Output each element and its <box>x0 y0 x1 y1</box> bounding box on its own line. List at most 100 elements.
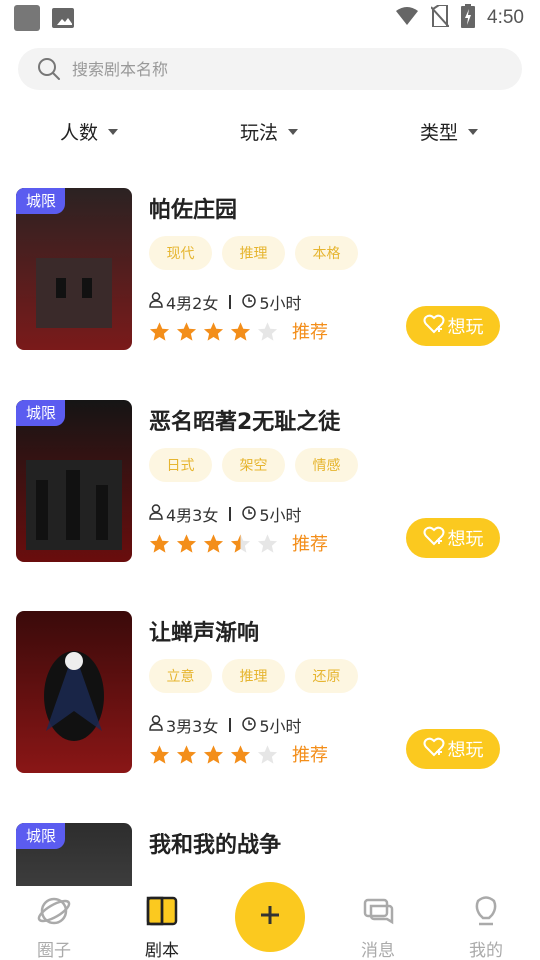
plus-icon <box>258 903 282 931</box>
heart-plus-icon <box>423 737 445 762</box>
star-icon <box>230 321 251 341</box>
want-to-play-button[interactable]: 想玩 <box>406 518 500 558</box>
status-bar: 4:50 <box>0 0 540 36</box>
nav-profile[interactable]: 我的 <box>451 894 521 960</box>
script-cover[interactable]: 城限 <box>16 188 132 350</box>
person-icon <box>149 292 163 312</box>
star-icon <box>176 744 197 764</box>
want-to-play-button[interactable]: 想玩 <box>406 729 500 769</box>
star-icon <box>257 744 278 764</box>
nav-label: 我的 <box>469 941 503 960</box>
tag: 本格 <box>295 236 358 270</box>
star-icon <box>149 533 170 553</box>
caret-down-icon <box>108 128 119 135</box>
tag-list: 现代 推理 本格 <box>149 236 358 270</box>
star-icon <box>230 533 251 553</box>
filter-type[interactable]: 类型 <box>420 118 479 145</box>
person-icon <box>149 504 163 524</box>
filter-label: 玩法 <box>240 122 279 144</box>
script-meta: 4男3女 5小时 <box>149 502 302 526</box>
star-icon <box>176 533 197 553</box>
bottom-nav: 圈子 剧本 消息 我的 <box>0 882 540 960</box>
nav-scripts[interactable]: 剧本 <box>127 894 197 960</box>
person-icon <box>149 715 163 735</box>
star-icon <box>203 321 224 341</box>
star-icon <box>257 321 278 341</box>
star-icon <box>203 533 224 553</box>
profile-icon <box>469 894 503 933</box>
want-to-play-button[interactable]: 想玩 <box>406 306 500 346</box>
add-button[interactable] <box>235 882 305 952</box>
tag-list: 日式 架空 情感 <box>149 448 358 482</box>
star-icon <box>176 321 197 341</box>
nav-label: 消息 <box>361 941 395 960</box>
want-label: 想玩 <box>447 529 484 550</box>
filter-player-count[interactable]: 人数 <box>60 118 119 145</box>
stars <box>149 744 278 765</box>
chat-icon <box>361 894 395 933</box>
heart-plus-icon <box>423 314 445 339</box>
book-icon <box>145 894 179 933</box>
duration: 5小时 <box>259 717 302 736</box>
star-icon <box>149 321 170 341</box>
script-title[interactable]: 我和我的战争 <box>149 827 281 859</box>
tag: 推理 <box>222 236 285 270</box>
script-title[interactable]: 帕佐庄园 <box>149 192 237 224</box>
script-card[interactable]: 城限 帕佐庄园 现代 推理 本格 4男2女 5小时 推荐 想玩 <box>16 188 524 350</box>
battery-charging-icon <box>461 4 476 32</box>
want-label: 想玩 <box>447 317 484 338</box>
caret-down-icon <box>288 128 299 135</box>
divider <box>229 295 232 309</box>
status-time: 4:50 <box>487 7 524 28</box>
search-bar[interactable] <box>18 48 522 90</box>
script-title[interactable]: 恶名昭著2无耻之徒 <box>149 404 340 436</box>
filter-label: 类型 <box>420 122 459 144</box>
image-notification-icon <box>52 8 74 28</box>
clock-icon <box>242 505 257 524</box>
script-meta: 3男3女 5小时 <box>149 713 302 737</box>
heart-plus-icon <box>423 526 445 551</box>
clock-icon <box>242 716 257 735</box>
want-label: 想玩 <box>447 740 484 761</box>
script-title[interactable]: 让蝉声渐响 <box>149 615 259 647</box>
stars <box>149 321 278 342</box>
filter-bar: 人数 玩法 类型 <box>0 118 540 154</box>
divider <box>229 507 232 521</box>
tag: 推理 <box>222 659 285 693</box>
wifi-icon <box>395 6 419 30</box>
filter-gameplay[interactable]: 玩法 <box>240 118 299 145</box>
duration: 5小时 <box>259 294 302 313</box>
player-count: 4男3女 <box>166 506 219 525</box>
status-left <box>14 5 74 31</box>
city-limited-badge: 城限 <box>16 823 66 849</box>
nav-label: 圈子 <box>37 941 71 960</box>
no-sim-icon <box>430 4 450 31</box>
search-icon <box>36 56 62 82</box>
tag: 立意 <box>149 659 212 693</box>
star-icon <box>230 744 251 764</box>
star-rating: 推荐 <box>149 741 328 767</box>
script-card[interactable]: 让蝉声渐响 立意 推理 还原 3男3女 5小时 推荐 想玩 <box>16 611 524 773</box>
recommend-label: 推荐 <box>292 534 328 555</box>
caret-down-icon <box>468 128 479 135</box>
divider <box>229 718 232 732</box>
recommend-label: 推荐 <box>292 745 328 766</box>
script-cover[interactable] <box>16 611 132 773</box>
nav-messages[interactable]: 消息 <box>343 894 413 960</box>
star-icon <box>257 533 278 553</box>
script-card[interactable]: 城限 恶名昭著2无耻之徒 日式 架空 情感 4男3女 5小时 推荐 想玩 <box>16 400 524 562</box>
script-meta: 4男2女 5小时 <box>149 290 302 314</box>
player-count: 3男3女 <box>166 717 219 736</box>
tag: 现代 <box>149 236 212 270</box>
filter-label: 人数 <box>60 122 99 144</box>
tag: 架空 <box>222 448 285 482</box>
app-notification-icon <box>14 5 40 31</box>
star-icon <box>149 744 170 764</box>
script-cover[interactable]: 城限 <box>16 400 132 562</box>
recommend-label: 推荐 <box>292 322 328 343</box>
tag: 情感 <box>295 448 358 482</box>
star-rating: 推荐 <box>149 530 328 556</box>
search-input[interactable] <box>72 59 472 79</box>
nav-circle[interactable]: 圈子 <box>19 894 89 960</box>
player-count: 4男2女 <box>166 294 219 313</box>
